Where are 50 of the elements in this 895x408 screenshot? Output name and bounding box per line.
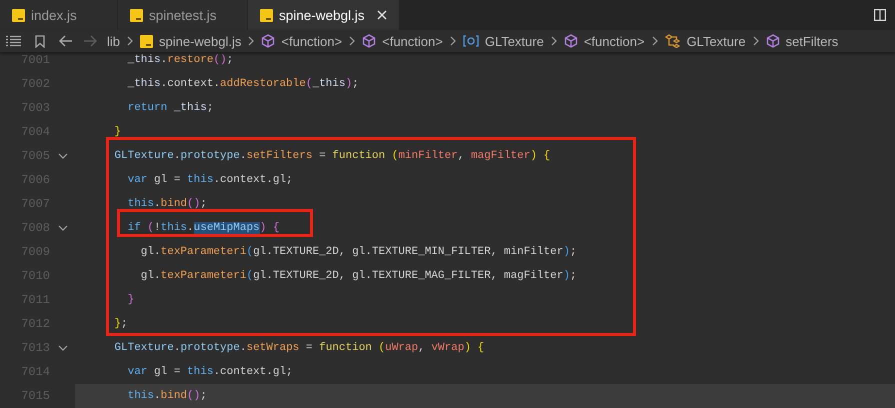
breadcrumb-item[interactable]: <function> (281, 34, 342, 48)
cube-icon (261, 34, 276, 48)
code-line: var gl = this.context.gl; (126, 365, 294, 380)
code-line: } (113, 125, 122, 140)
bookmark-icon[interactable] (35, 34, 45, 48)
js-file-icon (12, 8, 25, 22)
code-line: this.bind(); (126, 197, 208, 212)
chevron-right-icon (450, 36, 456, 46)
code-line: }; (113, 317, 129, 332)
chevron-right-icon (752, 36, 759, 46)
code-line: if (!this.useMipMaps) { (126, 221, 280, 236)
close-icon[interactable] (376, 10, 387, 20)
js-file-icon (130, 8, 143, 22)
chevron-right-icon (550, 36, 557, 46)
fold-chevron-icon[interactable] (58, 225, 68, 231)
js-file-icon (140, 34, 154, 48)
breadcrumb-item[interactable]: GLTexture (686, 34, 746, 48)
cube-icon (564, 34, 578, 48)
code-line: gl.texParameteri(gl.TEXTURE_2D, gl.TEXTURE_MIN_FILTER, minFilter); (140, 245, 578, 260)
file-tab[interactable]: spine-webgl.js (248, 0, 400, 30)
chevron-right-icon (652, 36, 658, 46)
breadcrumb-item[interactable]: GLTexture (484, 34, 544, 48)
chevron-right-icon (248, 36, 254, 46)
split-editor-icon[interactable] (874, 9, 886, 21)
breadcrumb-item[interactable]: setFilters (786, 34, 838, 48)
breadcrumb-item[interactable]: spine-webgl.js (159, 34, 242, 48)
breadcrumb-item[interactable]: lib (107, 34, 120, 48)
js-file-icon (260, 8, 273, 22)
code-line: _this.context.addRestorable(_this); (126, 77, 360, 92)
chevron-right-icon (349, 36, 356, 46)
cube-icon (362, 34, 376, 48)
code-line: } (126, 293, 136, 308)
variable-icon (462, 34, 479, 48)
code-line: GLTexture.prototype.setFilters = function (minFilter, magFilter) { (113, 149, 552, 164)
list-icon[interactable] (6, 35, 21, 47)
file-tab[interactable]: spinetest.js (118, 0, 248, 30)
class-icon (664, 34, 681, 48)
fold-chevron-icon[interactable] (58, 153, 68, 159)
cube-icon (766, 34, 780, 48)
code-line: gl.texParameteri(gl.TEXTURE_2D, gl.TEXTURE_MAG_FILTER, magFilter); (140, 269, 578, 284)
breadcrumb-item[interactable]: <function> (382, 34, 443, 48)
breadcrumb-item[interactable]: <function> (584, 34, 645, 48)
code-line: GLTexture.prototype.setWraps = function (uWrap, vWrap) { (113, 341, 486, 356)
code-line: _this.restore(); (126, 53, 234, 68)
back-arrow-icon[interactable] (59, 35, 73, 47)
fold-chevron-icon[interactable] (58, 345, 68, 351)
code-line: var gl = this.context.gl; (126, 173, 294, 188)
code-line: return _this; (126, 101, 214, 116)
file-tab[interactable]: index.js (0, 0, 118, 30)
chevron-right-icon (127, 36, 134, 46)
